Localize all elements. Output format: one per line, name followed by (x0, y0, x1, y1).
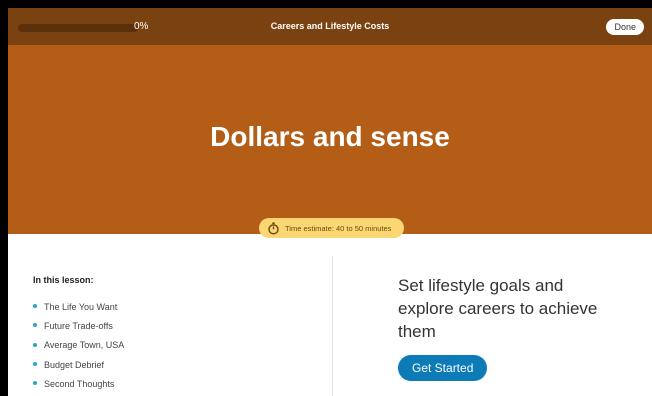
hero-banner: Dollars and sense (8, 45, 652, 234)
list-item: Average Town, USA (33, 336, 124, 355)
stopwatch-icon (268, 221, 279, 235)
bullet-icon (33, 362, 37, 367)
list-item-label: Budget Debrief (44, 359, 105, 370)
list-item-label: Future Trade-offs (44, 320, 113, 331)
bullet-icon (33, 304, 37, 309)
done-button[interactable]: Done (606, 19, 644, 35)
list-item: The Life You Want (33, 297, 124, 316)
lesson-title: Dollars and sense (210, 121, 450, 152)
lesson-outline-heading: In this lesson: (33, 275, 94, 285)
column-divider (332, 256, 333, 396)
time-estimate-badge: Time estimate: 40 to 50 minutes (259, 218, 404, 238)
get-started-button[interactable]: Get Started (398, 355, 488, 381)
list-item-label: Second Thoughts (44, 378, 115, 389)
list-item-label: Average Town, USA (44, 340, 125, 351)
list-item: Future Trade-offs (33, 316, 124, 335)
lesson-summary: Set lifestyle goals and explore careers … (398, 276, 598, 341)
bullet-icon (33, 342, 37, 347)
lesson-outline-list: The Life You Want Future Trade-offs Aver… (33, 297, 124, 393)
list-item: Budget Debrief (33, 355, 124, 374)
list-item: Second Thoughts (33, 374, 124, 393)
lesson-window: 0% Careers and Lifestyle Costs Done Doll… (8, 8, 652, 396)
course-title: Careers and Lifestyle Costs (270, 21, 390, 31)
bullet-icon (33, 323, 37, 328)
list-item-label: The Life You Want (44, 301, 118, 312)
time-estimate-text: Time estimate: 40 to 50 minutes (285, 223, 392, 233)
top-bar: 0% Careers and Lifestyle Costs Done (8, 8, 652, 45)
bullet-icon (33, 381, 37, 386)
